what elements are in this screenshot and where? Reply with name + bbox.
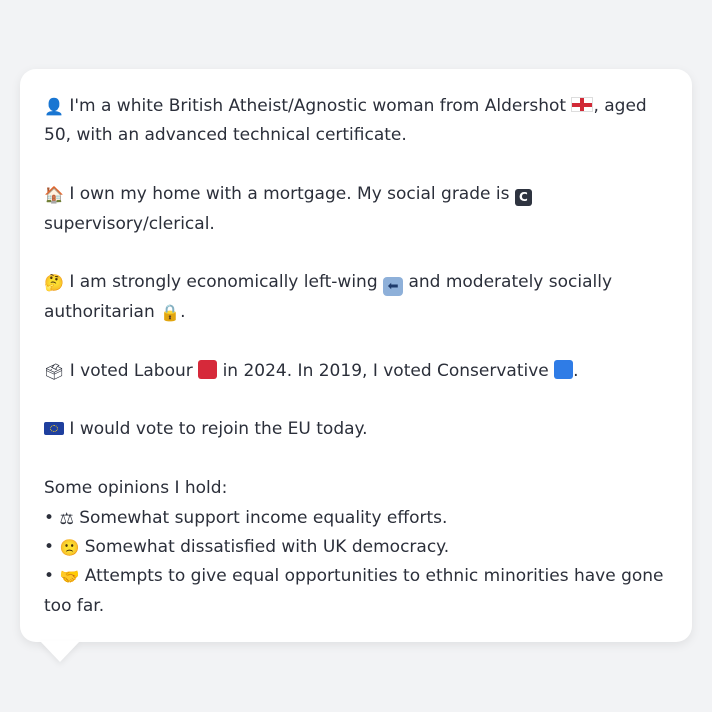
- identity-line: 👤 I'm a white British Atheist/Agnostic w…: [44, 92, 668, 151]
- ideology-period: .: [180, 301, 186, 322]
- identity-text: I'm a white British Atheist/Agnostic wom…: [69, 96, 567, 116]
- profile-card: 👤 I'm a white British Atheist/Agnostic w…: [20, 69, 692, 642]
- eu-text: I would vote to rejoin the EU today.: [69, 419, 368, 440]
- england-flag-icon: [571, 97, 594, 112]
- voting-period: .: [573, 360, 579, 381]
- opinions-list: • ⚖ Somewhat support income equality eff…: [44, 504, 668, 622]
- opinion-text: Attempts to give equal opportunities to …: [44, 566, 664, 616]
- house-icon: 🏠: [44, 185, 64, 205]
- opinions-heading: Some opinions I hold:: [44, 478, 228, 499]
- labour-square-icon: [198, 359, 218, 379]
- opinion-text: Somewhat support income equality efforts…: [79, 507, 448, 528]
- eu-flag-icon: [44, 422, 64, 436]
- list-item: • 🤝 Attempts to give equal opportunities…: [44, 562, 668, 621]
- speech-bubble-tail: [40, 641, 80, 662]
- slightly-frowning-face-icon: 🙁: [59, 538, 80, 558]
- bullet: •: [44, 537, 55, 558]
- social-grade-text: supervisory/clerical.: [44, 213, 215, 234]
- left-arrow-icon: ⬅: [383, 277, 404, 297]
- home-text: I own my home with a mortgage. My social…: [69, 184, 510, 205]
- ballot-box-icon: 🗳: [44, 361, 65, 381]
- bullet: •: [44, 566, 55, 587]
- bullet: •: [44, 507, 55, 528]
- opinion-text: Somewhat dissatisfied with UK democracy.: [84, 537, 450, 558]
- list-item: • 🙁 Somewhat dissatisfied with UK democr…: [44, 533, 668, 562]
- lock-icon: 🔒: [160, 302, 181, 322]
- ideology-line: 🤔 I am strongly economically left-wing ⬅…: [44, 268, 668, 327]
- social-grade-badge: C: [514, 189, 532, 207]
- conservative-square-icon: [554, 359, 574, 379]
- balance-scale-icon: ⚖: [59, 508, 74, 528]
- list-item: • ⚖ Somewhat support income equality eff…: [44, 504, 668, 533]
- voting-line: 🗳 I voted Labour in 2024. In 2019, I vot…: [44, 357, 668, 386]
- voting-text: I voted Labour: [69, 360, 193, 381]
- handshake-icon: 🤝: [59, 567, 80, 587]
- voting-text-cont: in 2024. In 2019, I voted Conservative: [222, 360, 549, 381]
- ideology-text: I am strongly economically left-wing: [69, 272, 378, 293]
- thinking-face-icon: 🤔: [44, 273, 64, 293]
- eu-line: I would vote to rejoin the EU today.: [44, 415, 668, 444]
- person-silhouette-icon: 👤: [44, 97, 64, 116]
- home-line: 🏠 I own my home with a mortgage. My soci…: [44, 180, 668, 239]
